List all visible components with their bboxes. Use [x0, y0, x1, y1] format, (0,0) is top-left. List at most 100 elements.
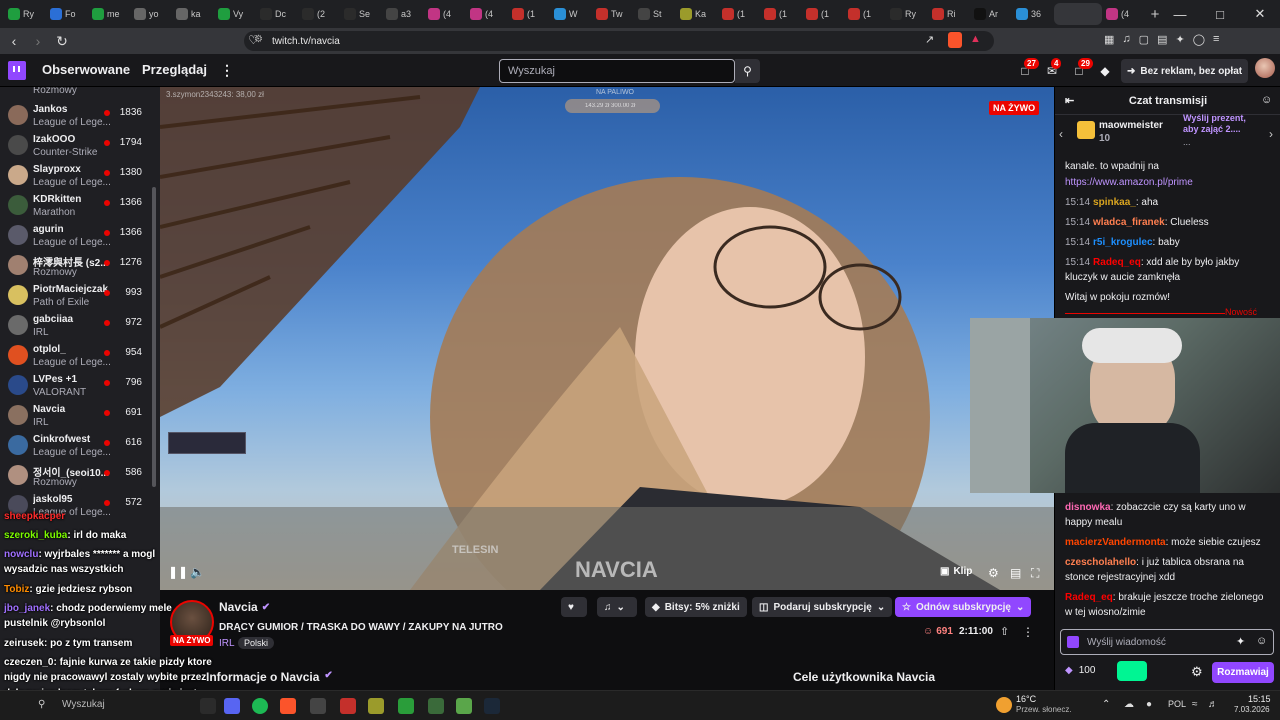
share-stream-icon[interactable]: ⇧	[1000, 625, 1009, 638]
emote-picker-icon[interactable]	[1067, 636, 1079, 648]
gift-user[interactable]: maowmeister	[1099, 120, 1163, 131]
nav-following[interactable]: Obserwowane	[42, 62, 130, 77]
tray-expand-icon[interactable]: ⌃	[1102, 699, 1110, 710]
more-options-icon[interactable]: ⋮	[1022, 625, 1034, 639]
taskbar-app-icon[interactable]	[200, 698, 216, 714]
browser-tab[interactable]: Fo	[46, 3, 88, 25]
theatre-mode-icon[interactable]: ▤	[1010, 566, 1021, 580]
gift-cta[interactable]: Wyślij prezent, aby zająć 2....	[1183, 113, 1263, 135]
pause-icon[interactable]: ❚❚	[168, 565, 188, 579]
sidebar-channel[interactable]: Cinkrofwest League of Lege... 616	[0, 431, 160, 461]
clip-button[interactable]: ▣ Klip	[940, 566, 972, 577]
minimize-icon[interactable]: —	[1160, 0, 1200, 28]
shield-icon[interactable]: ◯	[1193, 33, 1205, 46]
chat-username[interactable]: Radeq_eq	[1093, 257, 1141, 268]
sidebar-channel[interactable]: Jankos League of Lege... 1836	[0, 101, 160, 131]
sidebar-channel[interactable]: otplol_ League of Lege... 954	[0, 341, 160, 371]
sidebar-icon[interactable]: ▢	[1139, 33, 1149, 46]
speaker-icon[interactable]: ♬	[1208, 699, 1218, 710]
sidebar-channel[interactable]: LVPes +1 VALORANT 796	[0, 371, 160, 401]
browser-tab[interactable]: Ry	[4, 3, 46, 25]
taskbar-search-icon[interactable]: ⚲	[38, 699, 45, 710]
sparkle-icon[interactable]: ✦	[1175, 33, 1184, 46]
chat-username[interactable]: spinkaa_	[1093, 197, 1136, 208]
sidebar-channel[interactable]: IzakOOO Counter-Strike 1794	[0, 131, 160, 161]
collapse-chat-icon[interactable]: ⇤	[1065, 94, 1074, 107]
category-link[interactable]: IRL	[219, 638, 235, 649]
video-player[interactable]: NA PALIWO 143.29 zł 300.00 zł NAVCIA TEL…	[160, 87, 1054, 590]
browser-tab[interactable]: me	[88, 3, 130, 25]
browser-tab[interactable]: (4	[1102, 3, 1144, 25]
taskbar-app-icon[interactable]	[368, 698, 384, 714]
sidebar-channel[interactable]: KDRkitten Marathon 1366	[0, 191, 160, 221]
taskbar-app-icon[interactable]	[340, 698, 356, 714]
brave-rewards-icon[interactable]: ▲	[970, 33, 981, 45]
browser-tab[interactable]: Ka	[676, 3, 718, 25]
sidebar-scrollbar[interactable]	[152, 187, 156, 487]
browser-tab[interactable]: (1	[718, 3, 760, 25]
tray-app-icon[interactable]: ☁	[1124, 699, 1134, 710]
volume-icon[interactable]: 🔈	[190, 565, 205, 579]
sidebar-channel[interactable]: 정서이_(seoi10... Rozmowy 586	[0, 461, 160, 491]
forward-icon[interactable]: ›	[28, 31, 48, 51]
gift-prev-icon[interactable]: ‹	[1059, 127, 1063, 141]
chat-send-button[interactable]: Rozmawiaj	[1212, 662, 1274, 683]
bookmark-icon[interactable]: ♡	[248, 33, 259, 47]
chat-username[interactable]: r5i_krogulec	[1093, 237, 1152, 248]
streamer-name-row[interactable]: Navcia ✔	[219, 600, 270, 614]
share-icon[interactable]: ↗	[925, 33, 934, 46]
browser-tab[interactable]: (4	[466, 3, 508, 25]
brave-icon[interactable]	[280, 698, 296, 714]
steam-icon[interactable]	[484, 698, 500, 714]
sidebar-channel[interactable]: Slayproxx League of Lege... 1380	[0, 161, 160, 191]
chat-username[interactable]: wladca_firanek	[1093, 217, 1165, 228]
browser-tab[interactable]: Se	[340, 3, 382, 25]
back-icon[interactable]: ‹	[4, 31, 24, 51]
menu-icon[interactable]: ≡	[1213, 33, 1219, 46]
weather-temp[interactable]: 16°C	[1016, 694, 1036, 704]
emoji-icon[interactable]: ☺	[1256, 635, 1267, 647]
url-field[interactable]: ⚙ twitch.tv/navcia	[244, 31, 994, 51]
gift-next-icon[interactable]: ›	[1269, 127, 1273, 141]
browser-tab[interactable]: Ri	[928, 3, 970, 25]
browser-tab[interactable]: Ar	[970, 3, 1012, 25]
chat-settings-icon[interactable]: ⚙	[1191, 664, 1203, 680]
extensions-icon[interactable]: ▦	[1104, 33, 1114, 46]
wifi-icon[interactable]: ≈	[1192, 699, 1198, 710]
microphone-icon[interactable]: ●	[1146, 699, 1152, 710]
browser-tab[interactable]: (2	[298, 3, 340, 25]
chat-username[interactable]: Radeq_eq	[1065, 592, 1113, 603]
channel-points[interactable]: ◆ 100	[1065, 665, 1095, 676]
browser-tab[interactable]: (1	[508, 3, 550, 25]
settings-icon[interactable]: ⚙	[988, 566, 999, 580]
sidebar-channel[interactable]: 梓澪與村長 (s2... Rozmowy 1276	[0, 251, 160, 281]
clock-time[interactable]: 15:15	[1248, 694, 1271, 704]
media-icon[interactable]: ♫	[1122, 33, 1130, 46]
notifications-button[interactable]: ♫ ⌄	[597, 597, 637, 617]
inbox-icon[interactable]: ✉ 4	[1044, 58, 1062, 79]
chat-username[interactable]: czescholahello	[1065, 557, 1136, 568]
browser-tab[interactable]: W	[550, 3, 592, 25]
users-icon[interactable]: ☺	[1261, 94, 1272, 106]
taskbar-app-icon[interactable]	[398, 698, 414, 714]
twitch-logo-icon[interactable]	[8, 61, 26, 80]
browser-tab[interactable]: (1	[802, 3, 844, 25]
taskbar-app-icon[interactable]	[310, 698, 326, 714]
browser-tab[interactable]: (1	[844, 3, 886, 25]
tag-polski[interactable]: Polski	[238, 637, 275, 649]
bits-icon[interactable]: ◆	[1097, 63, 1113, 79]
more-menu-icon[interactable]: ⋮	[220, 62, 234, 79]
browser-tab[interactable]: Dc	[256, 3, 298, 25]
browser-tab[interactable]: Ry	[886, 3, 928, 25]
sidebar-channel[interactable]: agurin League of Lege... 1366	[0, 221, 160, 251]
gift-sub-button[interactable]: ◫ Podaruj subskrypcję ⌄	[752, 597, 893, 617]
no-ads-button[interactable]: ➜ Bez reklam, bez opłat	[1121, 59, 1249, 83]
reload-icon[interactable]: ↻	[52, 31, 72, 51]
taskbar-app-icon[interactable]	[428, 698, 444, 714]
brave-shields-icon[interactable]	[948, 32, 962, 48]
whispers-icon[interactable]: □ 29	[1071, 58, 1093, 79]
browser-tab[interactable]: yo	[130, 3, 172, 25]
chat-username[interactable]: macierzVandermonta	[1065, 537, 1166, 548]
follow-button[interactable]: ♥	[561, 597, 587, 617]
browser-tab[interactable]: (4	[424, 3, 466, 25]
